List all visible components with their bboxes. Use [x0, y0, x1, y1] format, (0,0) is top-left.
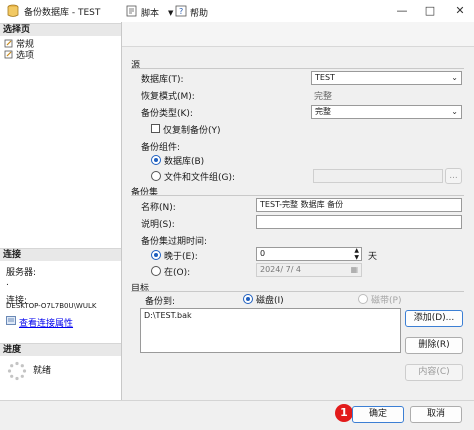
- ok-button[interactable]: 确定: [352, 406, 404, 423]
- remove-destination-button[interactable]: 删除(R): [405, 337, 463, 354]
- backup-set-group-label: 备份集: [131, 188, 159, 198]
- backup-name-label: 名称(N):: [141, 203, 176, 213]
- database-value: TEST: [315, 73, 335, 82]
- page-wrench-icon: [4, 50, 14, 59]
- toolbar: [122, 22, 474, 47]
- page-options[interactable]: 选项: [4, 48, 34, 61]
- expire-on-label: 在(O):: [164, 268, 191, 278]
- description-label: 说明(S):: [141, 220, 175, 230]
- tape-radio: [358, 294, 368, 304]
- expire-after-radio[interactable]: [151, 250, 161, 260]
- help-button[interactable]: ? 帮助: [175, 5, 208, 20]
- disk-label: 磁盘(I): [256, 296, 284, 306]
- source-group-label: 源: [131, 61, 141, 71]
- backup-type-select[interactable]: 完整 ⌄: [311, 105, 462, 119]
- recovery-model-label: 恢复模式(M):: [141, 92, 195, 102]
- connection-value: DESKTOP-O7L7B0U\WULK: [6, 302, 97, 310]
- tape-label: 磁带(P): [371, 296, 402, 306]
- add-destination-button[interactable]: 添加(D)...: [405, 310, 463, 327]
- maximize-button[interactable]: □: [416, 0, 444, 22]
- component-database-radio[interactable]: [151, 155, 161, 165]
- script-icon: [126, 5, 138, 20]
- chevron-down-icon: ⌄: [451, 107, 458, 116]
- calendar-icon: ▦: [350, 265, 358, 274]
- contents-button: 内容(C): [405, 364, 463, 381]
- server-value: .: [6, 278, 9, 288]
- properties-icon: [6, 316, 16, 325]
- copy-only-label: 仅复制备份(Y): [163, 126, 221, 136]
- cancel-button[interactable]: 取消: [410, 406, 462, 423]
- divider: [131, 291, 464, 292]
- svg-text:?: ?: [179, 7, 183, 16]
- copy-only-checkbox[interactable]: [151, 124, 160, 133]
- close-button[interactable]: ✕: [446, 0, 474, 22]
- backup-type-label: 备份类型(K):: [141, 109, 193, 119]
- component-database-label: 数据库(B): [164, 157, 205, 167]
- page-options-label: 选项: [16, 51, 35, 61]
- connection-header: 连接: [0, 248, 121, 261]
- expire-date-value: 2024/ 7/ 4: [260, 265, 302, 274]
- filegroup-field: [313, 169, 443, 183]
- destination-path[interactable]: D:\TEST.bak: [144, 311, 192, 320]
- disk-radio[interactable]: [243, 294, 253, 304]
- progress-status: 就绪: [33, 366, 52, 376]
- database-icon: [6, 4, 20, 18]
- expire-on-radio[interactable]: [151, 266, 161, 276]
- progress-header: 进度: [0, 343, 121, 356]
- step-marker-badge: 1: [335, 404, 353, 422]
- browse-filegroup-button[interactable]: ...: [445, 168, 462, 184]
- divider: [131, 195, 464, 196]
- component-files-radio[interactable]: [151, 171, 161, 181]
- chevron-down-icon: ⌄: [451, 73, 458, 82]
- page-wrench-icon: [4, 39, 14, 48]
- view-connection-properties-link[interactable]: 查看连接属性: [19, 316, 73, 329]
- expire-days-value: 0: [260, 249, 266, 258]
- backup-type-value: 完整: [315, 107, 331, 116]
- database-label: 数据库(T):: [141, 75, 184, 85]
- backup-to-label: 备份到:: [145, 297, 176, 307]
- server-label: 服务器:: [6, 268, 37, 278]
- script-button[interactable]: 脚本 ▼: [126, 5, 173, 20]
- destination-list[interactable]: D:\TEST.bak: [140, 308, 401, 353]
- progress-spinner-icon: [7, 361, 27, 381]
- window-title: 备份数据库 - TEST: [24, 8, 101, 18]
- expire-label: 备份集过期时间:: [141, 237, 208, 247]
- title-bar: 备份数据库 - TEST — □ ✕: [0, 0, 474, 23]
- backup-name-input[interactable]: TEST-完整 数据库 备份: [256, 198, 462, 212]
- script-label: 脚本: [141, 9, 160, 19]
- expire-days-stepper[interactable]: 0 ▲ ▼: [256, 247, 362, 261]
- recovery-model-value: 完整: [314, 92, 333, 102]
- help-label: 帮助: [190, 9, 209, 19]
- component-files-label: 文件和文件组(G):: [164, 173, 236, 183]
- expire-days-unit: 天: [368, 252, 378, 262]
- expire-after-label: 晚于(E):: [164, 252, 198, 262]
- dropdown-arrow-icon: ▼: [168, 8, 174, 17]
- description-input[interactable]: [256, 215, 462, 229]
- help-icon: ?: [175, 5, 187, 20]
- expire-date-picker: 2024/ 7/ 4 ▦: [256, 263, 362, 277]
- spin-arrows-icon[interactable]: ▲ ▼: [354, 247, 359, 261]
- backup-component-label: 备份组件:: [141, 143, 181, 153]
- divider: [131, 68, 464, 69]
- destination-group-label: 目标: [131, 284, 150, 294]
- select-page-header: 选择页: [0, 23, 121, 36]
- minimize-button[interactable]: —: [388, 0, 416, 22]
- database-select[interactable]: TEST ⌄: [311, 71, 462, 85]
